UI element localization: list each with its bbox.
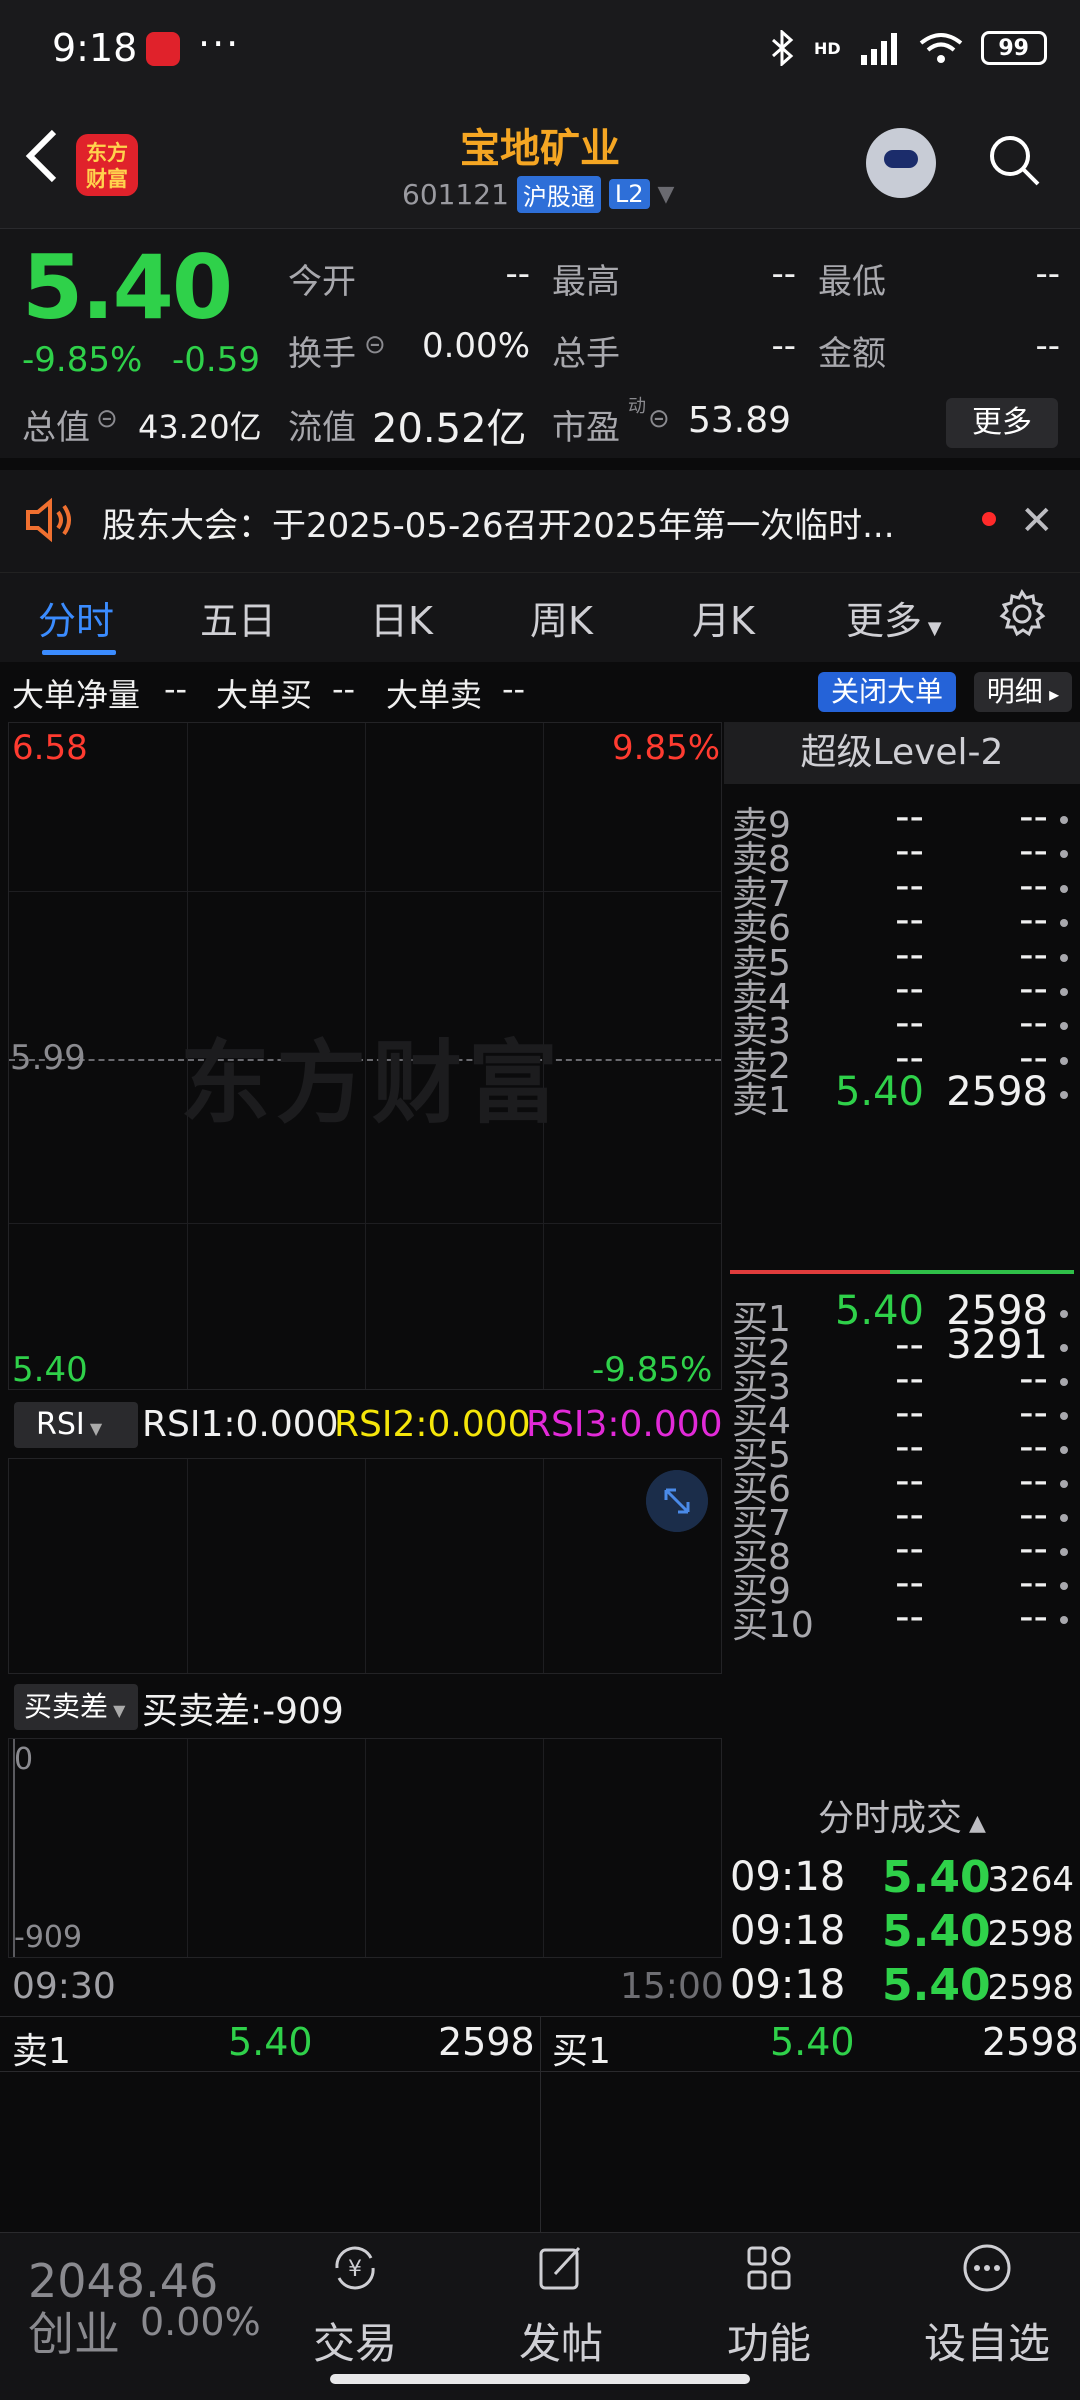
svg-text:¥: ¥ [348,2257,362,2282]
tick-price: 5.40 [882,1906,991,1957]
nav-post-label: 发帖 [518,2319,603,2368]
tick-time: 09:18 [730,1908,846,1954]
bq-buy-label: 买1 [552,2031,611,2072]
tick-time: 09:18 [730,1962,846,2008]
time-start-label: 09:30 [12,1966,116,2007]
quote-divider [540,2016,541,2232]
level-dot [1060,1582,1068,1590]
level-dot [1060,1548,1068,1556]
bq-buy-vol: 2598 [982,2020,1079,2064]
yen-exchange-icon: ¥ [335,2246,375,2290]
bid-row[interactable]: 买10 -- -- [724,1592,1074,1646]
tick-volume: 2598 [987,1968,1074,2008]
bq-sell-label: 卖1 [12,2031,71,2072]
tick-row[interactable]: 09:18 5.40 2598 [724,1960,1080,2016]
bq-sell-vol: 2598 [438,2020,535,2064]
nav-trade[interactable]: ¥ 交易 [280,2240,430,2371]
index-name[interactable]: 创业 [28,2298,120,2364]
bq-buy-price: 5.40 [770,2020,855,2064]
level-dot [1060,1616,1068,1624]
tick-volume: 2598 [987,1914,1074,1954]
index-pct: 0.00% [140,2300,261,2344]
home-indicator[interactable] [330,2374,750,2384]
tick-row[interactable]: 09:18 5.40 2598 [724,1906,1080,1962]
nav-add-watchlist-label: 设自选 [923,2319,1050,2368]
level-dot [1060,1344,1068,1352]
level-dot [1060,1514,1068,1522]
level-volume: -- [1019,1594,1048,1640]
nav-functions-label: 功能 [726,2319,811,2368]
edit-post-icon [539,2246,581,2290]
tick-row[interactable]: 09:18 5.40 3264 [724,1852,1080,1908]
level-price: -- [895,1594,924,1640]
bq-sell-price: 5.40 [228,2020,313,2064]
nav-functions[interactable]: 功能 [694,2240,844,2371]
bid-list: 买1 5.40 2598 买2 -- 3291 买3 -- -- 买4 -- -- 买5 -- -- 买6 --… [0,0,1080,1786]
level-dot [1060,1310,1068,1318]
tick-price: 5.40 [882,1960,991,2011]
level-dot [1060,1480,1068,1488]
level-dot [1060,1446,1068,1454]
nav-add-watchlist[interactable]: 设自选 [902,2240,1072,2371]
level-dot [1060,1378,1068,1386]
caret-up-icon: ▲ [962,1811,986,1836]
nav-post[interactable]: 发帖 [486,2240,636,2371]
ticks-title[interactable]: 分时成交 ▲ [724,1790,1080,1848]
time-end-label: 15:00 [620,1966,724,2007]
spread-axis-bottom: -909 [14,1920,83,1955]
tick-time: 09:18 [730,1854,846,1900]
level-label: 买10 [732,1605,814,1646]
grid-apps-icon [747,2246,791,2290]
nav-trade-label: 交易 [312,2319,397,2368]
tick-volume: 3264 [987,1860,1074,1900]
level-dot [1060,1412,1068,1420]
tick-price: 5.40 [882,1852,991,1903]
ticks-title-label: 分时成交 [818,1798,963,1839]
more-dots-icon [963,2244,1011,2292]
